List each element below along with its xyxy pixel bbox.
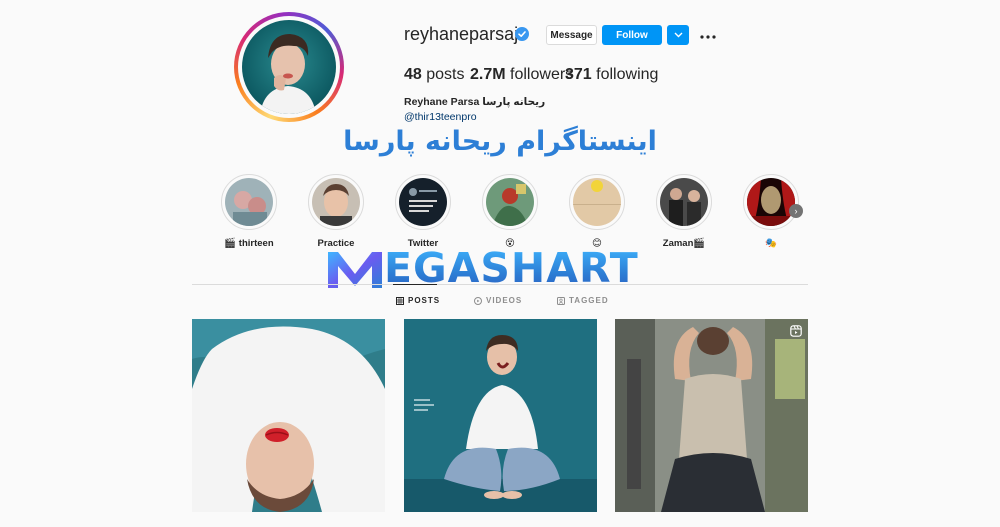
tab-videos[interactable]: VIDEOS bbox=[474, 296, 522, 305]
profile-full-name: Reyhane Parsa ریحانه پارسا bbox=[404, 96, 546, 108]
active-tab-indicator bbox=[393, 284, 437, 285]
highlight-cover bbox=[486, 178, 534, 226]
post-image bbox=[615, 319, 808, 512]
posts-stat: 48 posts bbox=[404, 66, 465, 83]
profile-username: reyhaneparsaj bbox=[404, 24, 519, 44]
post-thumbnail[interactable] bbox=[192, 319, 385, 512]
highlights-next-button[interactable]: › bbox=[789, 204, 803, 218]
profile-avatar[interactable] bbox=[234, 12, 344, 122]
highlight-cover bbox=[573, 178, 621, 226]
verified-badge-icon bbox=[515, 27, 529, 41]
tabs-divider bbox=[192, 284, 808, 285]
following-stat[interactable]: 371 following bbox=[565, 66, 658, 84]
reels-icon bbox=[790, 325, 802, 337]
instagram-profile-page: reyhaneparsaj Message Follow 48 posts 2.… bbox=[0, 0, 1000, 527]
post-image bbox=[404, 319, 597, 512]
highlight-item[interactable]: 🎬 thirteen bbox=[214, 174, 284, 249]
highlight-label: 🎭 bbox=[765, 238, 777, 249]
follow-button[interactable]: Follow bbox=[602, 25, 662, 45]
more-options-button[interactable] bbox=[700, 27, 716, 45]
highlight-item[interactable]: Twitter bbox=[388, 174, 458, 249]
more-horizontal-icon bbox=[700, 35, 716, 39]
highlight-cover bbox=[660, 178, 708, 226]
followers-stat[interactable]: 2.7M followers bbox=[470, 66, 573, 84]
post-thumbnail[interactable] bbox=[615, 319, 808, 512]
message-button[interactable]: Message bbox=[546, 25, 597, 45]
tab-posts[interactable]: POSTS bbox=[396, 296, 440, 305]
chevron-right-icon: › bbox=[794, 206, 798, 216]
video-icon bbox=[474, 296, 482, 305]
highlight-cover bbox=[312, 178, 360, 226]
tag-icon bbox=[557, 296, 565, 305]
highlight-item[interactable]: Zaman🎬 bbox=[649, 174, 719, 249]
highlight-cover bbox=[225, 178, 273, 226]
highlight-cover bbox=[747, 178, 795, 226]
highlight-label: 🎬 thirteen bbox=[224, 238, 274, 249]
highlight-item[interactable]: 😊 bbox=[562, 174, 632, 249]
highlight-label: Zaman🎬 bbox=[662, 238, 706, 249]
post-thumbnail[interactable] bbox=[404, 319, 597, 512]
chevron-down-icon bbox=[674, 32, 682, 38]
grid-icon bbox=[396, 296, 404, 305]
avatar-photo bbox=[242, 20, 336, 114]
highlight-cover bbox=[399, 178, 447, 226]
tab-tagged[interactable]: TAGGED bbox=[557, 296, 609, 305]
suggested-accounts-button[interactable] bbox=[667, 25, 689, 45]
highlight-item[interactable]: Practice bbox=[301, 174, 371, 249]
bio-link[interactable]: @thir13teenpro bbox=[404, 111, 477, 123]
highlight-item[interactable]: 😵 bbox=[475, 174, 545, 249]
post-image bbox=[192, 319, 385, 512]
overlay-persian-title: اینستاگرام ریحانه پارسا bbox=[343, 126, 657, 157]
